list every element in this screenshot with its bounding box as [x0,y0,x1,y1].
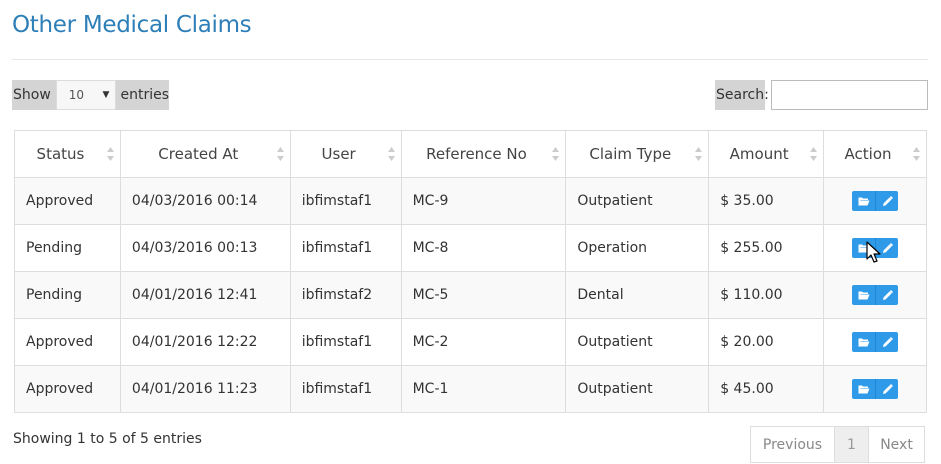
column-header-reference-no[interactable]: Reference No [400,130,567,178]
status-cell: Approved [14,177,121,225]
table-info: Showing 1 to 5 of 5 entries [13,431,202,447]
status-cell: Pending [14,224,121,272]
column-header-created-at[interactable]: Created At [119,130,291,178]
reference-no-cell: MC-1 [400,365,567,413]
next-page-button[interactable]: Next [868,426,925,463]
table-row: Pending 04/03/2016 00:13 ibfimstaf1 MC-8 Ope… [14,224,927,272]
row-action-buttons [852,379,899,399]
sort-icon [106,147,114,161]
search-label: Search: [715,80,769,110]
reference-no-cell: MC-2 [400,318,567,366]
claims-table: Status Created At User Reference No Clai… [14,130,927,413]
pencil-icon [882,336,893,348]
action-cell [823,271,927,319]
user-cell: ibfimstaf1 [289,365,402,413]
user-cell: ibfimstaf2 [289,271,402,319]
pencil-icon [882,289,893,301]
folder-open-icon [857,290,870,300]
sort-icon [387,147,395,161]
pencil-icon [882,195,893,207]
amount-cell: $ 110.00 [708,271,825,319]
created-at-cell: 04/03/2016 00:14 [119,177,291,225]
view-claim-button[interactable] [852,285,876,305]
folder-open-icon [857,337,870,347]
sort-icon [552,147,560,161]
title-divider [12,59,928,60]
page-length-select[interactable]: 10 ▼ [55,80,117,110]
search-input[interactable] [771,80,928,110]
claim-type-cell: Operation [565,224,710,272]
column-header-amount[interactable]: Amount [708,130,825,178]
table-row: Approved 04/01/2016 12:22 ibfimstaf1 MC-2 Ou… [14,318,927,366]
edit-claim-button[interactable] [875,191,899,211]
reference-no-cell: MC-9 [400,177,567,225]
table-row: Approved 04/01/2016 11:23 ibfimstaf1 MC-1 Ou… [14,365,927,413]
table-header-row: Status Created At User Reference No Clai… [14,130,927,178]
column-header-user[interactable]: User [289,130,402,178]
created-at-cell: 04/01/2016 12:41 [119,271,291,319]
page-length-value: 10 [68,88,85,102]
table-row: Pending 04/01/2016 12:41 ibfimstaf2 MC-5 Den… [14,271,927,319]
amount-cell: $ 35.00 [708,177,825,225]
status-cell: Approved [14,365,121,413]
edit-claim-button[interactable] [875,379,899,399]
page-length-control: Show 10 ▼ entries [12,80,169,110]
created-at-cell: 04/01/2016 11:23 [119,365,291,413]
claim-type-cell: Outpatient [565,365,710,413]
created-at-cell: 04/01/2016 12:22 [119,318,291,366]
user-cell: ibfimstaf1 [289,177,402,225]
row-action-buttons [852,191,899,211]
action-cell [823,224,927,272]
claim-type-cell: Dental [565,271,710,319]
amount-cell: $ 255.00 [708,224,825,272]
folder-open-icon [857,384,870,394]
status-cell: Approved [14,318,121,366]
user-cell: ibfimstaf1 [289,224,402,272]
edit-claim-button[interactable] [875,332,899,352]
user-cell: ibfimstaf1 [289,318,402,366]
action-cell [823,177,927,225]
amount-cell: $ 20.00 [708,318,825,366]
column-header-status[interactable]: Status [14,130,121,178]
amount-cell: $ 45.00 [708,365,825,413]
entries-label: entries [120,87,169,103]
page-title: Other Medical Claims [12,12,252,38]
reference-no-cell: MC-8 [400,224,567,272]
sort-icon [913,147,920,161]
table-row: Approved 04/03/2016 00:14 ibfimstaf1 MC-9 Ou… [14,177,927,225]
sort-icon [695,147,703,161]
status-cell: Pending [14,271,121,319]
claim-type-cell: Outpatient [565,177,710,225]
row-action-buttons [852,332,899,352]
view-claim-button[interactable] [852,191,876,211]
view-claim-button[interactable] [852,238,876,258]
folder-open-icon [857,196,870,206]
search-control: Search: [715,80,928,110]
column-header-claim-type[interactable]: Claim Type [565,130,710,178]
folder-open-icon [857,243,870,253]
created-at-cell: 04/03/2016 00:13 [119,224,291,272]
edit-claim-button[interactable] [875,238,899,258]
sort-icon [276,147,284,161]
show-label: Show [13,87,51,103]
pencil-icon [882,383,893,395]
edit-claim-button[interactable] [875,285,899,305]
view-claim-button[interactable] [852,379,876,399]
action-cell [823,318,927,366]
action-cell [823,365,927,413]
view-claim-button[interactable] [852,332,876,352]
row-action-buttons [852,238,899,258]
page-1-button[interactable]: 1 [834,426,869,463]
chevron-down-icon: ▼ [102,90,110,100]
claim-type-cell: Outpatient [565,318,710,366]
pagination: Previous 1 Next [750,426,925,463]
reference-no-cell: MC-5 [400,271,567,319]
sort-icon [810,147,818,161]
previous-page-button[interactable]: Previous [750,426,835,463]
column-header-action[interactable]: Action [823,130,927,178]
row-action-buttons [852,285,899,305]
pencil-icon [882,242,893,254]
